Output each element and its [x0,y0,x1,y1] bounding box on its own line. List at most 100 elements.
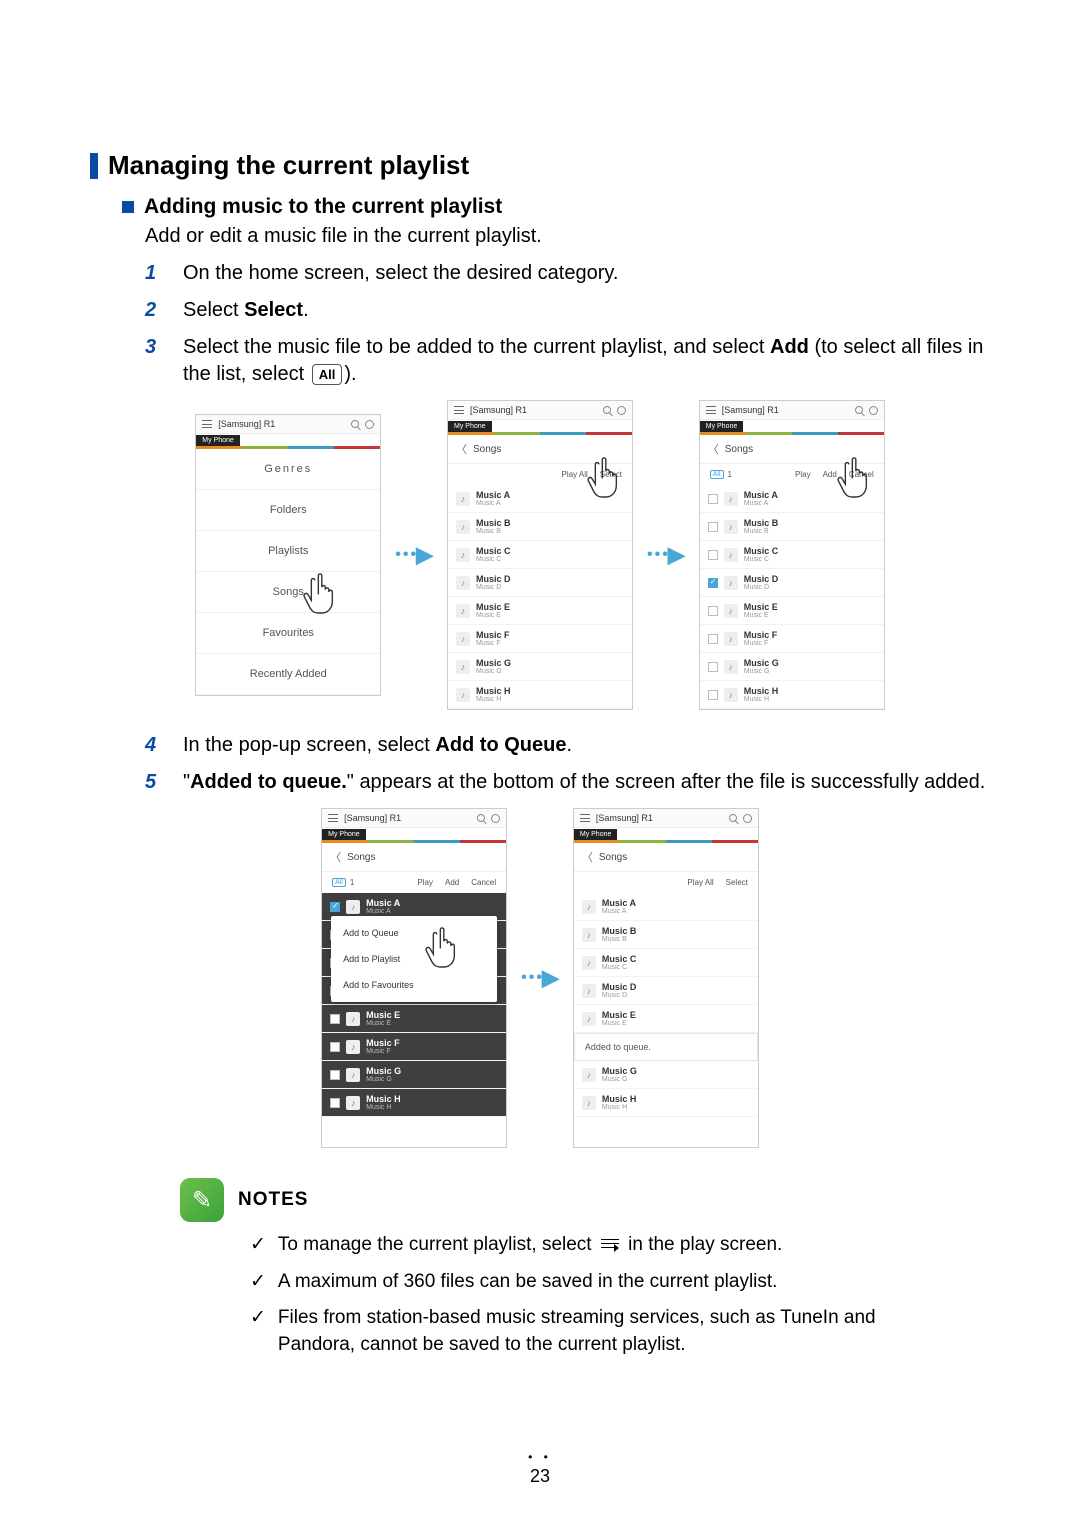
page-footer: • • 23 [0,1450,1080,1487]
music-note-icon: ♪ [456,492,470,506]
music-note-icon: ♪ [582,1096,596,1110]
select-action: Select [600,470,622,479]
t: in the play screen. [623,1234,782,1255]
category-ghost: Genres [196,449,380,490]
song-text: Music HMusic H [366,1094,401,1111]
category-item: Favourites [196,613,380,654]
song-row: ♪Music AMusic A [448,485,632,513]
play-action: Play [417,878,433,887]
song-text: Music DMusic D [744,574,779,591]
gear-icon [617,406,626,415]
count: 1 [350,878,354,887]
music-note-icon: ♪ [456,576,470,590]
crumb: Songs [599,852,627,863]
flow-arrow-icon: •••▶ [395,542,433,568]
song-text: Music FMusic F [476,630,510,647]
page-dots: • • [0,1450,1080,1464]
all-pill-icon: All [312,364,343,386]
cancel-action: Cancel [849,470,874,479]
category-item: Folders [196,490,380,531]
song-row: ♪Music DMusic D [448,569,632,597]
song-row: ♪Music HMusic H [574,1089,758,1117]
song-text: Music HMusic H [476,686,511,703]
source-tab: My Phone [700,421,744,432]
song-row: ♪ Music HMusic H [700,681,884,709]
note-item: ✓ Files from station-based music streami… [250,1305,900,1358]
screenshot-row-2: [Samsung] R1 My Phone 〈Songs All1 Play A… [90,808,990,1148]
music-note-icon: ♪ [724,632,738,646]
music-note-icon: ♪ [582,928,596,942]
checkbox-icon [330,1014,340,1024]
step-number: 5 [145,769,183,796]
category-item: Playlists [196,531,380,572]
playall-action: Play All [687,878,713,887]
music-note-icon: ♪ [724,660,738,674]
song-row: ♪ Music HMusic H [322,1089,506,1117]
t: Select [183,299,244,321]
music-note-icon: ♪ [724,492,738,506]
music-note-icon: ♪ [346,1012,360,1026]
song-row: ♪Music HMusic H [448,681,632,709]
song-text: Music HMusic H [744,686,779,703]
checkbox-icon [708,662,718,672]
step-text: Select Select. [183,297,990,324]
search-icon [477,814,485,822]
popup-add-fav: Add to Favourites [331,972,497,998]
all-chip: All [332,878,346,887]
device-title: [Samsung] R1 [218,419,275,429]
notes-heading: ✎ NOTES [180,1178,990,1222]
song-text: Music EMusic E [602,1010,636,1027]
t: ). [344,363,356,385]
check-icon: ✓ [250,1232,266,1259]
checkbox-icon [708,494,718,504]
checkbox-icon [330,1098,340,1108]
music-note-icon: ♪ [456,660,470,674]
t: Added to queue. [190,771,347,793]
t: Add [770,336,809,358]
music-note-icon: ♪ [724,520,738,534]
song-text: Music CMusic C [476,546,511,563]
note-item: ✓ To manage the current playlist, select… [250,1232,900,1259]
t: To manage the current playlist, select [278,1234,597,1255]
music-note-icon: ♪ [346,1096,360,1110]
phone-mock-toast: [Samsung] R1 My Phone 〈Songs Play All Se… [573,808,759,1148]
menu-icon [706,406,716,414]
heading-square-icon [122,201,134,213]
all-chip: All [710,470,724,479]
song-row: ♪Music FMusic F [700,625,884,653]
song-text: Music AMusic A [744,490,778,507]
flow-arrow-icon: •••▶ [647,542,685,568]
song-text: Music CMusic C [744,546,779,563]
popup-add-queue: Add to Queue [331,920,497,946]
step-number: 2 [145,297,183,324]
h2-text: Adding music to the current playlist [144,195,502,219]
music-note-icon: ♪ [724,688,738,702]
note-text: To manage the current playlist, select i… [278,1232,782,1259]
add-action: Add [445,878,459,887]
count: 1 [728,470,732,479]
step-number: 3 [145,334,183,388]
song-text: Music BMusic B [744,518,779,535]
music-note-icon: ♪ [582,984,596,998]
t: . [566,734,572,756]
music-note-icon: ♪ [582,900,596,914]
song-row: ♪ Music GMusic G [448,653,632,681]
playall-action: Play All [562,470,588,479]
song-row: ♪Music EMusic E [700,597,884,625]
step-text: In the pop-up screen, select Add to Queu… [183,732,990,759]
device-title: [Samsung] R1 [596,813,653,823]
song-text: Music GMusic G [366,1066,401,1083]
search-icon [729,814,737,822]
phone-mock-select: [Samsung] R1 My Phone 〈Songs All1 Play A… [699,400,885,710]
back-chevron-icon: 〈 [456,441,467,457]
crumb: Songs [725,444,753,455]
device-title: [Samsung] R1 [344,813,401,823]
music-note-icon: ♪ [724,576,738,590]
song-row: ♪Music CMusic C [448,541,632,569]
menu-icon [328,814,338,822]
note-text: Files from station-based music streaming… [278,1305,900,1358]
song-text: Music GMusic G [476,658,511,675]
music-note-icon: ♪ [456,632,470,646]
play-action: Play [795,470,811,479]
t: . [303,299,309,321]
